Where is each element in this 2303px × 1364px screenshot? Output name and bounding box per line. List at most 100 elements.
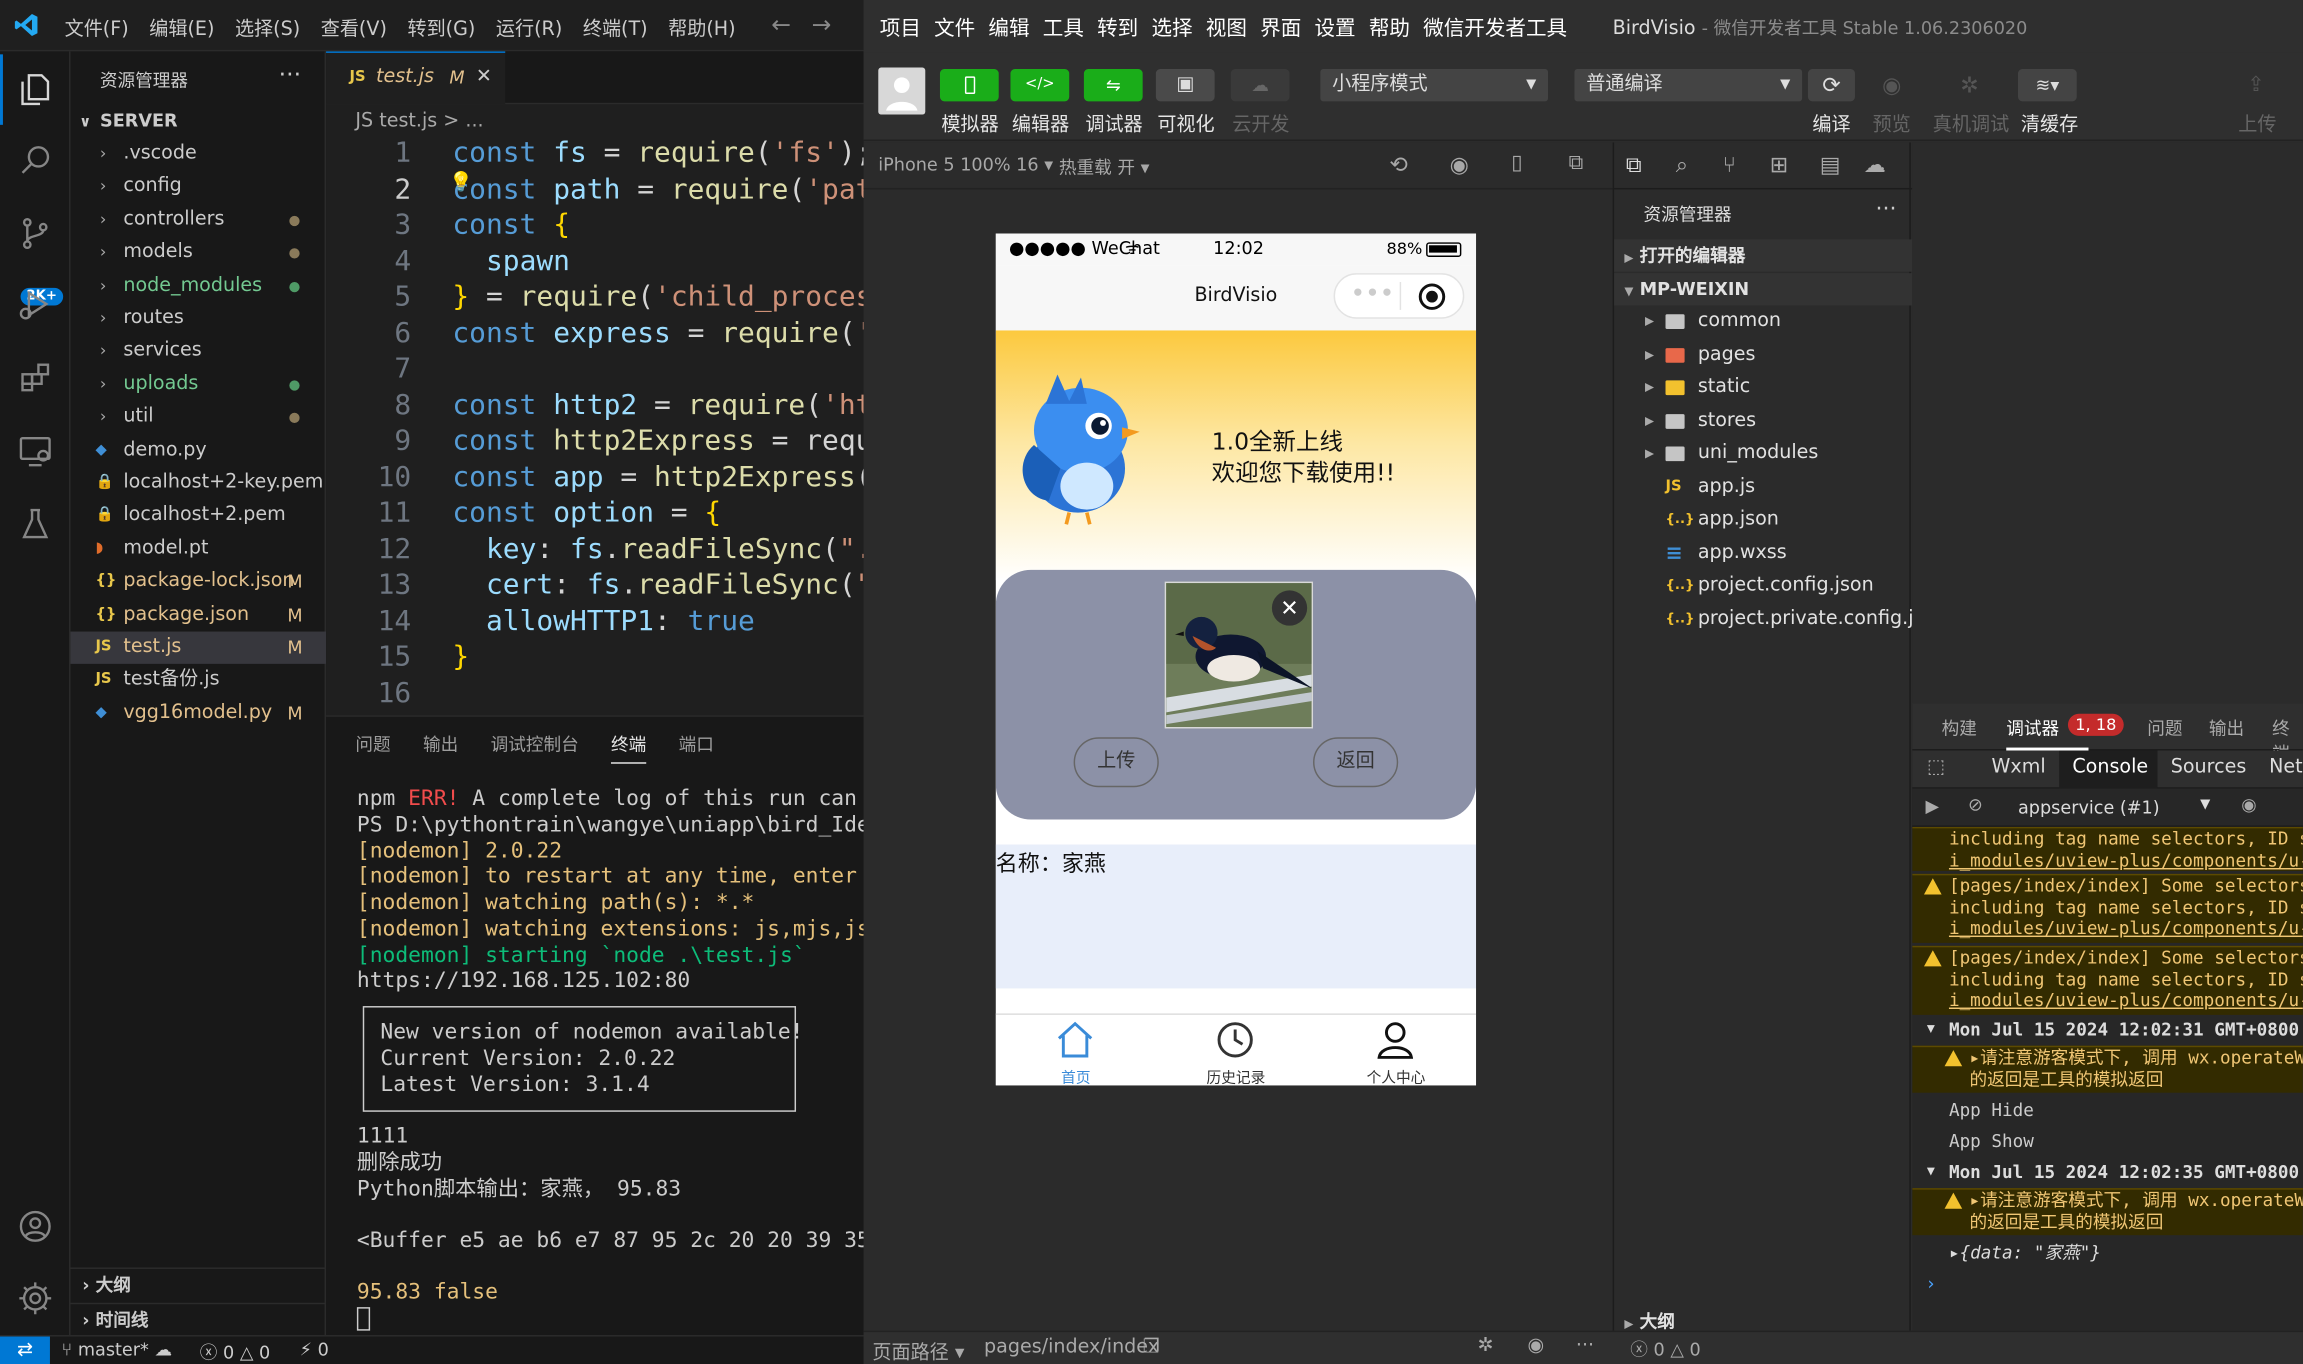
explorer-item[interactable]: JS app.js — [1614, 471, 1912, 503]
extensions-icon[interactable] — [0, 342, 70, 412]
workspace-section[interactable]: ∨ SERVER — [79, 110, 177, 131]
tab-problems[interactable]: 问题 — [355, 731, 390, 763]
tree-item[interactable]: › services — [70, 335, 326, 367]
menu-view[interactable]: 视图 — [1206, 13, 1247, 42]
menu-settings[interactable]: 设置 — [1314, 13, 1355, 42]
menu-help[interactable]: 帮助(H) — [668, 13, 735, 41]
tree-item[interactable]: › controllers — [70, 204, 326, 236]
tab-terminal[interactable]: 终端 — [611, 731, 647, 764]
menu-devtools[interactable]: 微信开发者工具 — [1423, 13, 1567, 42]
popout-icon[interactable]: ⧉ — [1569, 151, 1584, 174]
tab-ports[interactable]: 端口 — [679, 731, 714, 763]
mode-select[interactable]: 小程序模式 ▼ — [1320, 69, 1549, 102]
problems-indicator[interactable]: ⓧ 0 △ 0 — [200, 1339, 270, 1364]
more-actions-icon[interactable]: ··· — [279, 60, 301, 88]
device-icon[interactable]: ▯ — [1511, 151, 1522, 174]
explorer-icon[interactable] — [0, 54, 70, 125]
tree-item[interactable]: › node_modules — [70, 270, 326, 302]
back-arrow-icon[interactable]: ← — [771, 10, 811, 38]
capsule-menu[interactable]: ••• — [1333, 273, 1465, 319]
console-prompt[interactable]: › — [1912, 1273, 2303, 1294]
more-dots-icon[interactable]: ••• — [1351, 282, 1395, 305]
console-log[interactable]: including tag name selectors, ID sel i_mo… — [1912, 826, 2303, 1331]
account-icon[interactable] — [0, 1191, 70, 1261]
menu-edit[interactable]: 编辑(E) — [149, 13, 214, 41]
eye-icon[interactable]: ◉ — [1527, 1335, 1544, 1357]
clear-cache-button[interactable]: ≋▾ — [2017, 69, 2077, 102]
tab-output[interactable]: 输出 — [423, 731, 458, 763]
remove-image-icon[interactable]: ✕ — [1271, 590, 1308, 626]
tree-item[interactable]: › .vscode — [70, 138, 326, 170]
tree-item[interactable]: JS test备份.js — [70, 664, 326, 696]
extensions-icon[interactable]: ⊞ — [1770, 151, 1788, 177]
compile-button[interactable]: ⟳ — [1807, 69, 1855, 102]
menu-file[interactable]: 文件(F) — [65, 13, 129, 41]
tab-problems[interactable]: 问题 — [2147, 715, 2182, 740]
menu-select[interactable]: 选择 — [1151, 13, 1192, 42]
open-editors-section[interactable]: ▶ 打开的编辑器 — [1614, 239, 1913, 272]
tab-profile[interactable]: 个人中心 — [1316, 1015, 1476, 1085]
files-icon[interactable]: ⧉ — [1626, 151, 1642, 177]
tree-item[interactable]: › config — [70, 171, 326, 203]
tree-item[interactable]: › uploads — [70, 368, 326, 400]
more-icon[interactable]: ··· — [1576, 1335, 1594, 1357]
close-miniprogram-icon[interactable] — [1418, 283, 1446, 310]
tree-item[interactable]: › routes — [70, 303, 326, 335]
search-icon[interactable] — [0, 125, 70, 195]
menu-project[interactable]: 项目 — [880, 13, 921, 42]
ports-indicator[interactable]: ⚡ 0 — [300, 1339, 329, 1360]
save-icon[interactable]: ▤ — [1820, 151, 1841, 177]
tree-item[interactable]: {} package.json M — [70, 599, 326, 631]
console-object[interactable]: ▸{data: "家燕"} — [1912, 1243, 2303, 1264]
copy-icon[interactable]: ❐ — [1143, 1337, 1160, 1359]
menu-ui[interactable]: 界面 — [1260, 13, 1301, 42]
tab-sources[interactable]: Sources — [2171, 756, 2247, 778]
tab-wxml[interactable]: Wxml — [1992, 756, 2046, 778]
lightbulb-icon[interactable]: 💡 — [449, 172, 473, 194]
branch-indicator[interactable]: ⑂ master* ☁ — [62, 1339, 172, 1360]
outline-section[interactable]: › 大纲 — [70, 1267, 327, 1299]
sidebar-toggle-icon[interactable]: ▶︎ — [1925, 796, 1939, 817]
explorer-item[interactable]: ▶ static — [1614, 372, 1912, 404]
upload-button[interactable]: ⇪ — [2232, 69, 2279, 101]
tab-debug-console[interactable]: 调试控制台 — [491, 731, 579, 763]
visual-button[interactable]: ▣ — [1155, 69, 1215, 102]
tree-item[interactable]: › models — [70, 237, 326, 269]
inspect-icon[interactable]: ⬚ — [1927, 756, 1945, 778]
search-icon[interactable]: ⌕ — [1676, 151, 1688, 177]
editor-button[interactable]: </> — [1010, 69, 1070, 102]
bug-icon[interactable]: ✲ — [1478, 1335, 1494, 1357]
explorer-item[interactable]: ≡ app.wxss — [1614, 537, 1912, 569]
tree-item[interactable]: {} package-lock.json M — [70, 566, 326, 598]
console-group-header[interactable]: ▼ Mon Jul 15 2024 12:02:35 GMT+0800 ( — [1912, 1162, 2303, 1183]
explorer-item[interactable]: ▶ pages — [1614, 339, 1912, 371]
preview-button[interactable]: ◉ — [1868, 69, 1915, 101]
explorer-item[interactable]: ▶ stores — [1614, 405, 1912, 437]
tree-item[interactable]: JS test.js M — [70, 631, 327, 664]
back-button[interactable]: 返回 — [1313, 737, 1399, 788]
bird-photo[interactable]: ✕ — [1164, 581, 1314, 729]
tab-test-js[interactable]: JS test.js M ✕ — [326, 51, 506, 105]
console-group-header[interactable]: ▼ Mon Jul 15 2024 12:02:31 GMT+0800 ( — [1912, 1019, 2303, 1040]
remote-indicator-icon[interactable]: ⇄ — [0, 1336, 50, 1364]
menu-edit[interactable]: 编辑 — [988, 13, 1029, 42]
tree-item[interactable]: ◗ model.pt — [70, 533, 326, 565]
compile-mode-select[interactable]: 普通编译 ▼ — [1574, 69, 1803, 102]
cloud-button[interactable]: ☁ — [1230, 69, 1290, 102]
close-tab-icon[interactable]: ✕ — [476, 53, 492, 103]
project-section[interactable]: ▼ MP-WEIXIN — [1614, 273, 1913, 306]
tree-item[interactable]: 🔒 localhost+2-key.pem — [70, 467, 326, 499]
run-debug-icon[interactable] — [0, 269, 70, 339]
context-select[interactable]: appservice (#1) — [2018, 798, 2160, 819]
rotate-icon[interactable]: ⟲ — [1389, 151, 1407, 177]
tab-output[interactable]: 输出 — [2209, 715, 2244, 740]
code-editor[interactable]: JS test.js M ✕ JS test.js > ... 1 const f… — [326, 51, 873, 716]
menu-goto[interactable]: 转到 — [1097, 13, 1138, 42]
menu-selection[interactable]: 选择(S) — [235, 13, 300, 41]
explorer-item[interactable]: {..} project.config.json — [1614, 570, 1912, 602]
menu-file[interactable]: 文件 — [934, 13, 975, 42]
tree-item[interactable]: ◆ demo.py — [70, 434, 326, 466]
menu-help[interactable]: 帮助 — [1369, 13, 1410, 42]
more-icon[interactable]: ··· — [1876, 195, 1897, 221]
explorer-item[interactable]: {..} project.private.config.js... — [1614, 603, 1942, 635]
